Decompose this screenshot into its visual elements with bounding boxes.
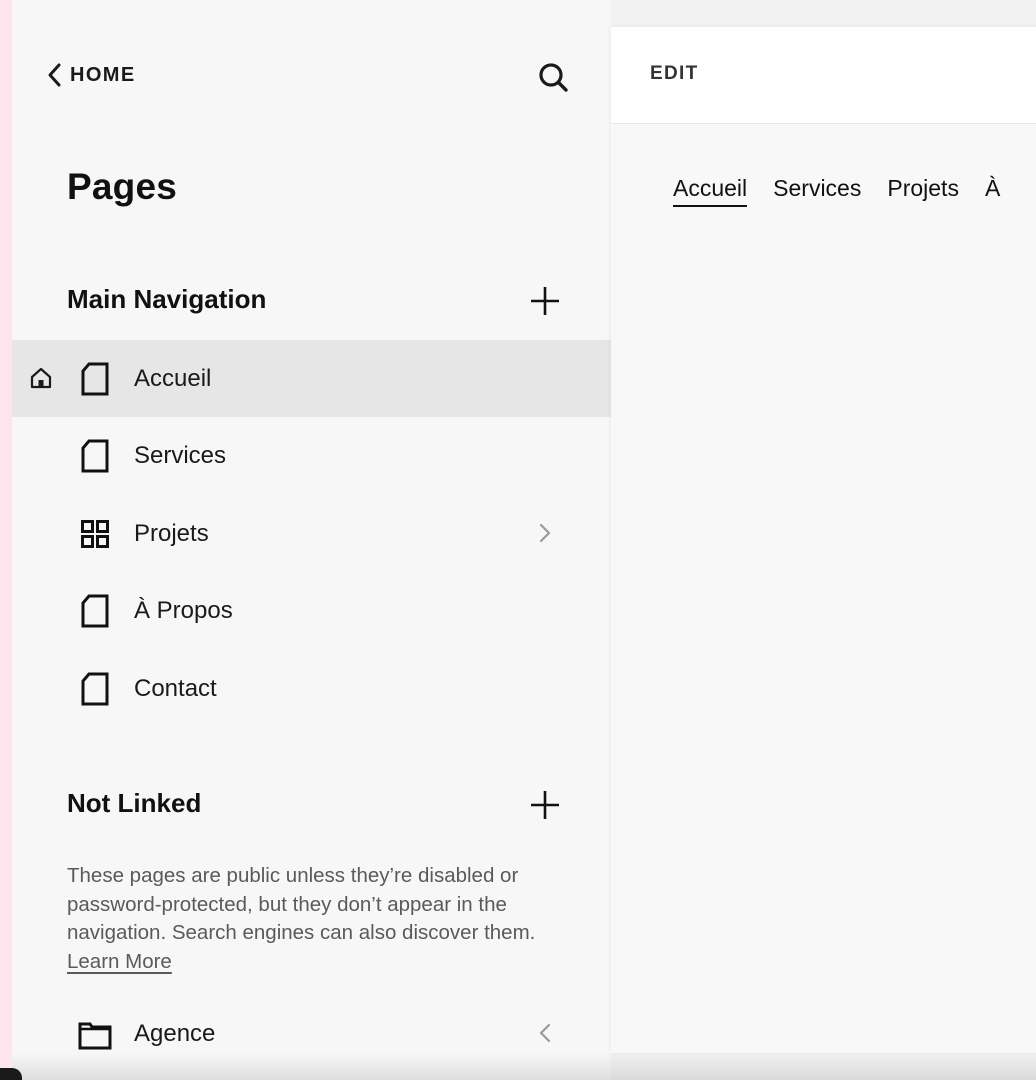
back-home-button[interactable]: HOME	[46, 62, 136, 88]
homepage-indicator-icon	[30, 367, 52, 389]
site-nav-projets[interactable]: Projets	[887, 175, 959, 207]
nav-item-label: Services	[134, 442, 227, 469]
main-navigation-heading: Main Navigation	[67, 284, 267, 314]
plus-icon	[531, 791, 559, 819]
site-nav-services[interactable]: Services	[773, 175, 861, 207]
not-linked-description: These pages are public unless they’re di…	[67, 862, 577, 976]
nav-item-a-propos[interactable]: À Propos	[12, 572, 611, 649]
app-frame: HOME Pages Main Navigation Accueil Servi…	[12, 0, 1036, 1080]
window-corner	[0, 1068, 22, 1080]
nav-item-label: Contact	[134, 675, 217, 702]
site-nav-a-propos[interactable]: À	[985, 175, 1000, 207]
nav-item-contact[interactable]: Contact	[12, 650, 611, 727]
page-title: Pages	[67, 166, 178, 207]
page-icon	[81, 362, 109, 396]
page-icon	[81, 672, 109, 706]
bottom-shadow	[12, 1052, 1036, 1080]
page-icon	[81, 439, 109, 473]
learn-more-link[interactable]: Learn More	[67, 950, 172, 973]
nav-item-projets[interactable]: Projets	[12, 495, 611, 572]
nav-item-label: Projets	[134, 520, 209, 547]
add-main-navigation-page-button[interactable]	[528, 284, 562, 318]
nav-item-label: À Propos	[134, 597, 233, 624]
sidebar-topbar: HOME	[12, 52, 611, 98]
nav-item-accueil[interactable]: Accueil	[12, 340, 611, 417]
search-button[interactable]	[536, 60, 570, 94]
site-nav-accueil[interactable]: Accueil	[673, 175, 748, 207]
add-not-linked-page-button[interactable]	[528, 788, 562, 822]
edit-button[interactable]: EDIT	[650, 63, 698, 85]
not-linked-description-text: These pages are public unless they’re di…	[67, 864, 536, 944]
nav-item-label: Accueil	[134, 365, 212, 392]
grid-icon	[81, 520, 109, 548]
chevron-left-icon[interactable]	[534, 1020, 556, 1046]
site-navigation: Accueil Services Projets À	[673, 175, 1000, 207]
plus-icon	[531, 287, 559, 315]
back-home-label: HOME	[70, 63, 136, 86]
chevron-left-icon	[48, 63, 61, 87]
folder-icon	[78, 1022, 112, 1050]
search-icon	[539, 63, 568, 92]
edit-bar: EDIT	[611, 27, 1036, 124]
not-linked-heading: Not Linked	[67, 788, 202, 818]
nav-item-label: Agence	[134, 1020, 216, 1047]
site-preview: EDIT Accueil Services Projets À	[611, 27, 1036, 1053]
chevron-right-icon[interactable]	[534, 520, 556, 546]
pages-sidebar: HOME Pages Main Navigation Accueil Servi…	[12, 0, 611, 1080]
nav-item-services[interactable]: Services	[12, 417, 611, 494]
page-icon	[81, 594, 109, 628]
